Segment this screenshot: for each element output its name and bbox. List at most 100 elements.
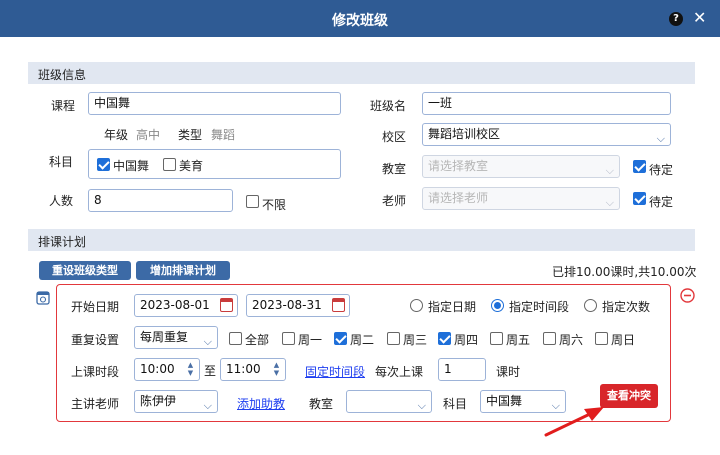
time-end-input[interactable]: 11:00 ▲ ▼ <box>220 358 286 381</box>
time-start-value: 10:00 <box>140 362 175 376</box>
calendar-icon[interactable] <box>220 298 233 312</box>
start-date-label: 开始日期 <box>71 300 120 314</box>
schedule-plan-panel: 开始日期 2023-08-01 2023-08-31 指定日期 指定时间段 指定… <box>56 284 671 422</box>
classroom-pending-checkbox[interactable] <box>633 160 646 173</box>
count-input[interactable]: 8 <box>88 189 233 212</box>
to-label: 至 <box>204 364 217 378</box>
chevron-down-icon: ⌵ <box>203 399 212 412</box>
help-icon[interactable]: ? <box>669 12 683 26</box>
day-checkbox-thu[interactable] <box>438 332 451 345</box>
campus-value: 舞蹈培训校区 <box>428 127 501 141</box>
plan-subject-label: 科目 <box>443 397 468 411</box>
subject-checkbox-chinese-dance[interactable] <box>97 158 110 171</box>
mode-label-specific-date: 指定日期 <box>428 300 477 314</box>
calendar-icon[interactable] <box>36 290 50 305</box>
day-label: 周日 <box>611 333 636 347</box>
day-checkbox-wed[interactable] <box>387 332 400 345</box>
start-date-value: 2023-08-01 <box>140 298 210 312</box>
chevron-down-icon: ⌵ <box>417 399 426 412</box>
day-label: 周五 <box>506 333 531 347</box>
main-teacher-value: 陈伊伊 <box>140 394 177 408</box>
fixed-period-link[interactable]: 固定时间段 <box>305 363 365 380</box>
red-arrow-annotation <box>544 407 604 437</box>
day-label: 周三 <box>403 333 428 347</box>
day-checkbox-sun[interactable] <box>595 332 608 345</box>
repeat-value: 每周重复 <box>140 330 189 344</box>
reset-class-type-button[interactable]: 重设班级类型 <box>39 261 131 280</box>
subject-checkbox-art[interactable] <box>163 158 176 171</box>
day-checkbox-fri[interactable] <box>490 332 503 345</box>
class-name-input[interactable]: 一班 <box>422 92 671 115</box>
count-label: 人数 <box>49 194 74 208</box>
close-icon[interactable]: ✕ <box>693 8 706 27</box>
day-label: 周一 <box>298 333 323 347</box>
room-label: 教室 <box>309 397 334 411</box>
mode-radio-specific-date[interactable] <box>410 299 423 312</box>
unlimited-checkbox[interactable] <box>246 195 259 208</box>
per-class-label: 每次上课 <box>375 365 424 379</box>
classroom-select[interactable]: 请选择教室 ⌵ <box>422 155 620 178</box>
teacher-placeholder: 请选择老师 <box>428 191 489 205</box>
grade-label: 年级 <box>104 128 129 142</box>
main-teacher-label: 主讲老师 <box>71 397 120 411</box>
mode-label-count: 指定次数 <box>602 300 651 314</box>
schedule-header: 排课计划 <box>28 229 695 251</box>
per-class-input[interactable]: 1 <box>438 358 486 381</box>
class-name-label: 班级名 <box>370 99 407 113</box>
teacher-select[interactable]: 请选择老师 ⌵ <box>422 187 620 210</box>
course-label: 课程 <box>51 99 76 113</box>
end-date-input[interactable]: 2023-08-31 <box>246 294 350 317</box>
hours-unit: 课时 <box>496 365 521 379</box>
class-info-header: 班级信息 <box>28 62 695 84</box>
subject-label: 科目 <box>49 155 74 169</box>
chevron-down-icon: ⌵ <box>605 164 614 177</box>
campus-label: 校区 <box>382 130 407 144</box>
course-input[interactable]: 中国舞 <box>88 92 341 115</box>
day-checkbox-tue[interactable] <box>334 332 347 345</box>
time-start-input[interactable]: 10:00 ▲ ▼ <box>134 358 200 381</box>
mode-radio-count[interactable] <box>584 299 597 312</box>
day-checkbox-mon[interactable] <box>282 332 295 345</box>
chevron-down-icon: ⌵ <box>605 196 614 209</box>
mode-radio-time-range[interactable] <box>491 299 504 312</box>
subject-option-label: 美育 <box>179 159 204 173</box>
time-label: 上课时段 <box>71 365 120 379</box>
end-date-value: 2023-08-31 <box>252 298 322 312</box>
classroom-label: 教室 <box>382 162 407 176</box>
dialog-title: 修改班级 <box>332 13 388 29</box>
title-bar: 修改班级 ? ✕ <box>0 0 720 37</box>
subject-multiselect[interactable]: 中国舞 美育 <box>88 149 341 179</box>
classroom-pending-label: 待定 <box>649 163 674 177</box>
add-assistant-link[interactable]: 添加助教 <box>237 395 285 412</box>
type-value: 舞蹈 <box>211 128 236 142</box>
teacher-pending-label: 待定 <box>649 195 674 209</box>
grade-value: 高中 <box>136 128 161 142</box>
day-checkbox-all[interactable] <box>229 332 242 345</box>
chevron-down-icon: ⌵ <box>656 132 665 145</box>
repeat-select[interactable]: 每周重复 ⌵ <box>134 326 218 349</box>
add-schedule-plan-button[interactable]: 增加排课计划 <box>136 261 230 280</box>
schedule-title: 排课计划 <box>38 235 87 249</box>
room-select[interactable]: ⌵ <box>346 390 432 413</box>
remove-plan-icon[interactable] <box>680 288 695 303</box>
time-end-value: 11:00 <box>226 362 261 376</box>
campus-select[interactable]: 舞蹈培训校区 ⌵ <box>422 123 671 146</box>
main-teacher-select[interactable]: 陈伊伊 ⌵ <box>134 390 218 413</box>
stepper-icon[interactable]: ▲ ▼ <box>185 361 196 377</box>
day-label: 周六 <box>559 333 584 347</box>
plan-subject-value: 中国舞 <box>486 394 523 408</box>
calendar-icon[interactable] <box>332 298 345 312</box>
day-checkbox-sat[interactable] <box>543 332 556 345</box>
type-label: 类型 <box>178 128 203 142</box>
subject-option-label: 中国舞 <box>113 159 150 173</box>
repeat-label: 重复设置 <box>71 333 120 347</box>
day-label: 全部 <box>245 333 270 347</box>
teacher-label: 老师 <box>382 194 407 208</box>
teacher-pending-checkbox[interactable] <box>633 192 646 205</box>
class-info-title: 班级信息 <box>38 68 87 82</box>
schedule-summary: 已排10.00课时,共10.00次 <box>552 265 697 279</box>
stepper-icon[interactable]: ▲ ▼ <box>271 361 282 377</box>
start-date-input[interactable]: 2023-08-01 <box>134 294 238 317</box>
classroom-placeholder: 请选择教室 <box>428 159 489 173</box>
unlimited-label: 不限 <box>262 198 287 212</box>
